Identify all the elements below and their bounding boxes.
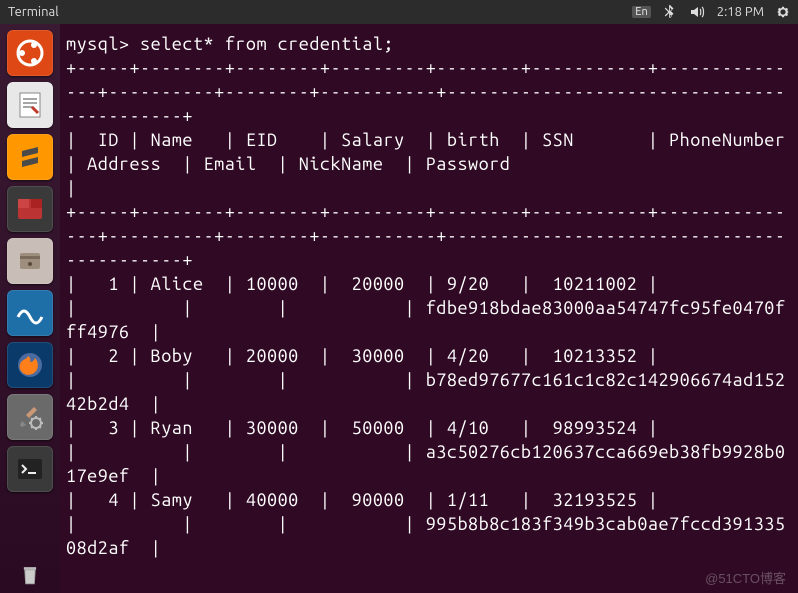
watermark: @51CTO博客 <box>705 568 786 587</box>
settings-icon[interactable] <box>7 394 53 440</box>
firefox-icon[interactable] <box>7 342 53 388</box>
menubar: Terminal En 2:18 PM <box>0 0 798 24</box>
terminator-icon[interactable] <box>7 186 53 232</box>
language-indicator[interactable]: En <box>632 6 650 18</box>
bluetooth-icon[interactable] <box>663 5 677 19</box>
text-editor-icon[interactable] <box>7 82 53 128</box>
clock[interactable]: 2:18 PM <box>717 5 764 19</box>
sound-icon[interactable] <box>689 4 705 20</box>
terminal-icon[interactable] <box>7 446 53 492</box>
sublime-text-icon[interactable] <box>7 134 53 180</box>
ubuntu-dash-icon[interactable] <box>7 30 53 76</box>
files-icon[interactable] <box>7 238 53 284</box>
launcher <box>0 24 60 593</box>
window-title: Terminal <box>8 5 59 19</box>
gear-icon[interactable] <box>776 5 790 19</box>
terminal-output[interactable]: mysql> select* from credential; +-----+-… <box>60 24 798 593</box>
system-tray: En 2:18 PM <box>620 4 790 20</box>
wireshark-icon[interactable] <box>7 290 53 336</box>
trash-icon[interactable] <box>7 561 53 589</box>
